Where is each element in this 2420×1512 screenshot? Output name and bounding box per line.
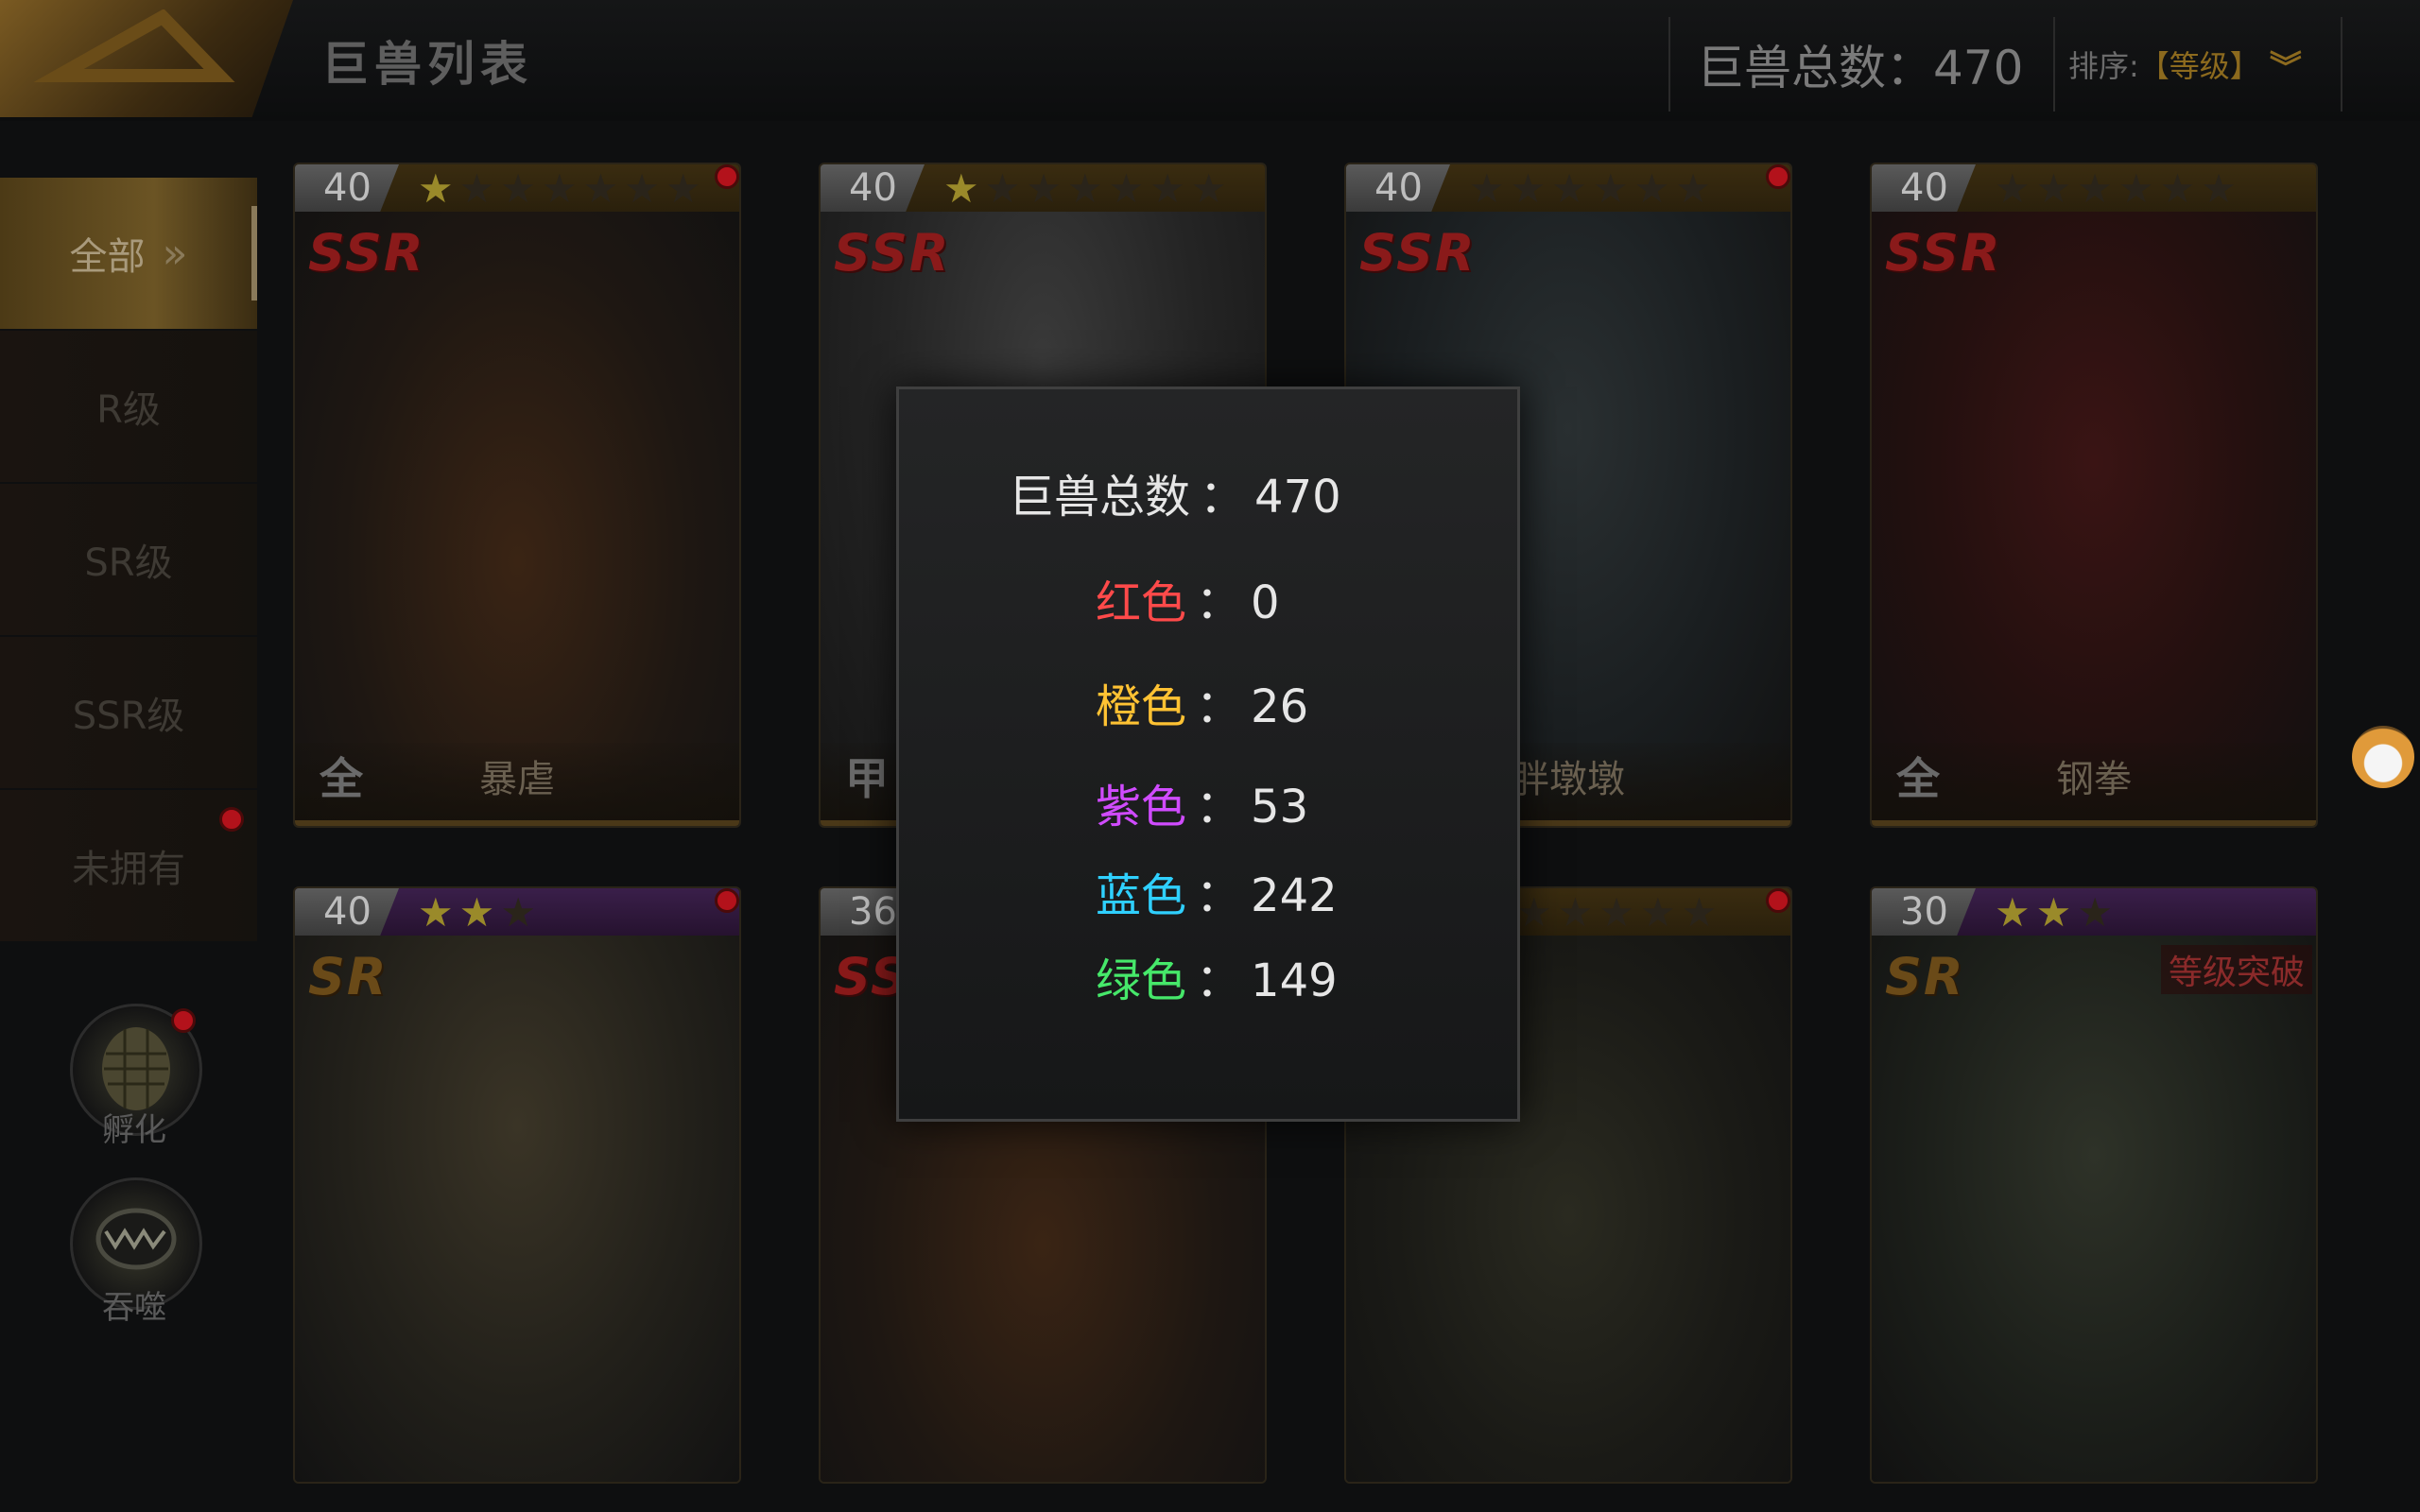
popup-orange-row: 橙色： 26 xyxy=(1096,669,1714,735)
count-popup: 巨兽总数： 470 红色： 0 橙色： 26 紫色： 53 蓝色： 242 绿色： 149 xyxy=(896,387,1520,1122)
popup-purple-label: 紫色 xyxy=(1096,781,1187,833)
popup-blue-value: 242 xyxy=(1251,869,1338,922)
popup-orange-label: 橙色 xyxy=(1096,680,1187,733)
popup-orange-value: 26 xyxy=(1251,680,1309,733)
popup-total-label: 巨兽总数 xyxy=(1009,471,1191,524)
popup-green-row: 绿色： 149 xyxy=(1096,943,1714,1009)
popup-blue-label: 蓝色 xyxy=(1096,869,1187,922)
popup-blue-row: 蓝色： 242 xyxy=(1096,858,1714,924)
popup-total-row: 巨兽总数： 470 xyxy=(1009,459,1627,525)
popup-green-value: 149 xyxy=(1251,954,1338,1007)
popup-green-label: 绿色 xyxy=(1096,954,1187,1007)
popup-red-row: 红色： 0 xyxy=(1096,565,1714,631)
popup-red-label: 红色 xyxy=(1096,576,1187,629)
popup-total-value: 470 xyxy=(1254,471,1341,524)
popup-red-value: 0 xyxy=(1251,576,1280,629)
popup-purple-value: 53 xyxy=(1251,781,1309,833)
popup-purple-row: 紫色： 53 xyxy=(1096,769,1714,835)
